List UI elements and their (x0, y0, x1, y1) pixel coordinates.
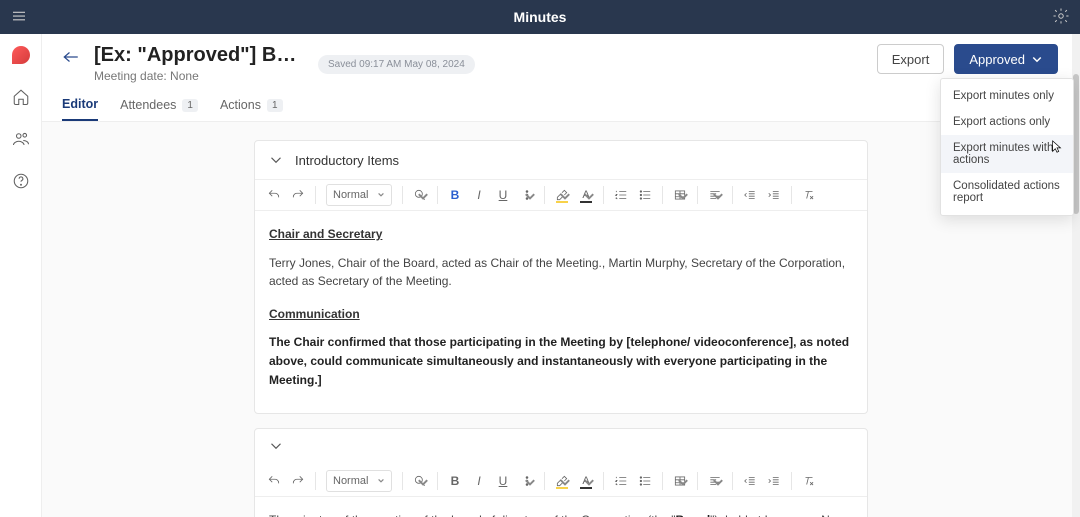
bullet-list-button[interactable] (634, 184, 656, 206)
numbered-list-button[interactable] (610, 184, 632, 206)
editor-body[interactable]: The minutes of the meeting of the board … (255, 497, 867, 517)
style-select[interactable]: Normal (326, 184, 392, 206)
editor-toolbar: Normal B I U A (255, 466, 867, 497)
app-logo-icon (12, 46, 30, 64)
paragraph: Terry Jones, Chair of the Board, acted a… (269, 254, 853, 291)
table-button[interactable] (669, 470, 691, 492)
saved-badge: Saved 09:17 AM May 08, 2024 (318, 55, 475, 74)
font-color-button[interactable]: A (575, 470, 597, 492)
page-title: [Ex: "Approved"] Board Me… (94, 44, 304, 67)
editor-section: Introductory Items Normal B I U A (254, 140, 868, 414)
bullet-list-button[interactable] (634, 470, 656, 492)
menu-button[interactable] (10, 7, 28, 28)
redo-button[interactable] (287, 470, 309, 492)
paragraph: The Chair confirmed that those participa… (269, 333, 853, 389)
style-select-label: Normal (333, 189, 368, 201)
chevron-down-icon (267, 151, 285, 169)
style-select[interactable]: Normal (326, 470, 392, 492)
tab-label: Editor (62, 97, 98, 111)
section-header[interactable]: Introductory Items (255, 141, 867, 180)
bold-button[interactable]: B (444, 470, 466, 492)
help-icon[interactable] (8, 168, 34, 194)
highlight-button[interactable] (551, 184, 573, 206)
underline-button[interactable]: U (492, 470, 514, 492)
search-button[interactable] (409, 470, 431, 492)
tab-editor[interactable]: Editor (62, 89, 98, 121)
home-icon[interactable] (8, 84, 34, 110)
export-minutes-only[interactable]: Export minutes only (941, 83, 1073, 109)
export-actions-only[interactable]: Export actions only (941, 109, 1073, 135)
search-button[interactable] (409, 184, 431, 206)
cursor-icon (1050, 140, 1064, 157)
more-format-button[interactable] (516, 184, 538, 206)
tab-label: Attendees (120, 98, 176, 112)
chevron-down-icon (1031, 53, 1043, 65)
settings-icon[interactable] (1052, 7, 1070, 28)
clear-format-button[interactable] (798, 184, 820, 206)
italic-button[interactable]: I (468, 184, 490, 206)
bold-button[interactable]: B (444, 184, 466, 206)
meeting-date: Meeting date: None (94, 69, 304, 83)
people-icon[interactable] (8, 126, 34, 152)
underline-button[interactable]: U (492, 184, 514, 206)
undo-button[interactable] (263, 470, 285, 492)
outdent-button[interactable] (739, 470, 761, 492)
app-title: Minutes (514, 9, 567, 25)
tab-label: Actions (220, 98, 261, 112)
heading: Chair and Secretary (269, 225, 382, 244)
section-title: Introductory Items (295, 153, 399, 168)
align-button[interactable] (704, 184, 726, 206)
paragraph: The minutes of the meeting of the board … (269, 511, 853, 517)
approved-button-label: Approved (969, 52, 1025, 67)
indent-button[interactable] (763, 470, 785, 492)
editor-section: Normal B I U A (254, 428, 868, 517)
side-rail (0, 34, 42, 517)
consolidated-actions-report[interactable]: Consolidated actions report (941, 173, 1073, 211)
tab-count: 1 (182, 99, 198, 112)
chevron-down-icon (267, 437, 285, 455)
editor-body[interactable]: Chair and Secretary Terry Jones, Chair o… (255, 211, 867, 413)
align-button[interactable] (704, 470, 726, 492)
numbered-list-button[interactable] (610, 470, 632, 492)
heading: Communication (269, 305, 360, 324)
approved-button[interactable]: Approved (954, 44, 1058, 74)
undo-button[interactable] (263, 184, 285, 206)
tab-count: 1 (267, 99, 283, 112)
style-select-label: Normal (333, 475, 368, 487)
table-button[interactable] (669, 184, 691, 206)
clear-format-button[interactable] (798, 470, 820, 492)
export-button[interactable]: Export (877, 44, 945, 74)
section-header[interactable] (255, 429, 867, 466)
redo-button[interactable] (287, 184, 309, 206)
export-button-label: Export (892, 52, 930, 67)
highlight-button[interactable] (551, 470, 573, 492)
font-color-button[interactable]: A (575, 184, 597, 206)
indent-button[interactable] (763, 184, 785, 206)
outdent-button[interactable] (739, 184, 761, 206)
back-button[interactable] (62, 50, 80, 67)
italic-button[interactable]: I (468, 470, 490, 492)
tab-actions[interactable]: Actions 1 (220, 89, 283, 121)
tab-attendees[interactable]: Attendees 1 (120, 89, 198, 121)
more-format-button[interactable] (516, 470, 538, 492)
editor-toolbar: Normal B I U A (255, 180, 867, 211)
